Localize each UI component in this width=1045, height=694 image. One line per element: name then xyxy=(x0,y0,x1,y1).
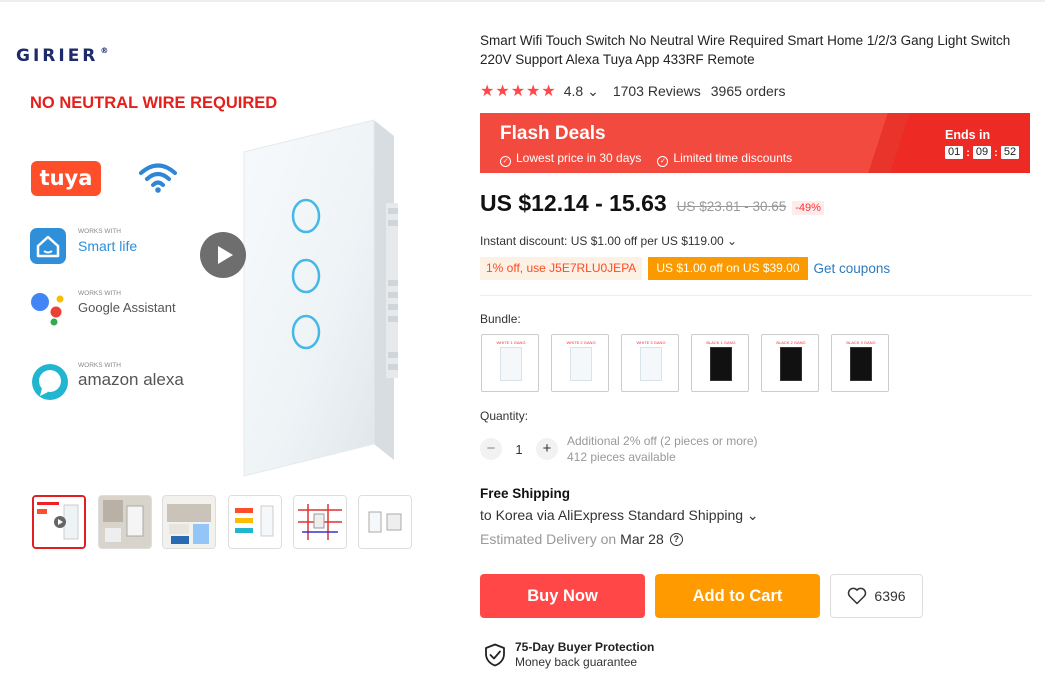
thumbnail[interactable] xyxy=(358,495,412,549)
quantity-input[interactable]: 1 xyxy=(502,442,536,457)
quantity-info: Additional 2% off (2 pieces or more) 412… xyxy=(567,434,758,464)
countdown-timer: 01: 09: 52 xyxy=(945,146,1020,159)
quantity-increase-button[interactable]: + xyxy=(536,438,558,460)
add-to-cart-button[interactable]: Add to Cart xyxy=(655,574,820,618)
ends-in-label: Ends in xyxy=(945,128,991,142)
reviews-link[interactable]: 1703 Reviews xyxy=(613,83,701,99)
brand-logo: GIRIER ® xyxy=(16,46,109,66)
shipping-title: Free Shipping xyxy=(480,486,571,501)
quantity-stepper: − 1 + xyxy=(480,438,558,460)
flash-deals-banner: Flash Deals ✓ Lowest price in 30 days ✓ Li… xyxy=(480,113,1030,173)
thumbnail[interactable] xyxy=(98,495,152,549)
coupon-row: 1% off, use J5E7RLU0JEPA US $1.00 off on… xyxy=(480,257,890,280)
instant-discount[interactable]: Instant discount: US $1.00 off per US $1… xyxy=(480,234,737,248)
quantity-decrease-button[interactable]: − xyxy=(480,438,502,460)
house-icon xyxy=(30,228,66,264)
flash-deals-perks: ✓ Lowest price in 30 days ✓ Limited time d… xyxy=(500,151,792,167)
discount-badge: -49% xyxy=(792,201,824,215)
buy-now-button[interactable]: Buy Now xyxy=(480,574,645,618)
switch-panel-image xyxy=(224,108,424,485)
bundle-option-white-1[interactable]: WHITE 1 GANG xyxy=(481,334,539,392)
thumbnail[interactable] xyxy=(293,495,347,549)
bundle-option-white-3[interactable]: WHITE 3 GANG xyxy=(621,334,679,392)
buyer-protection: 75-Day Buyer Protection Money back guara… xyxy=(484,640,654,670)
product-title: Smart Wifi Touch Switch No Neutral Wire … xyxy=(480,33,1011,67)
help-icon[interactable]: ? xyxy=(669,532,683,546)
store-coupon[interactable]: US $1.00 off on US $39.00 xyxy=(648,257,808,280)
flash-deals-title: Flash Deals xyxy=(500,123,606,144)
play-video-button[interactable] xyxy=(200,232,246,278)
get-coupons-link[interactable]: Get coupons xyxy=(814,261,891,276)
bundle-option-white-2[interactable]: WHITE 2 GANG xyxy=(551,334,609,392)
check-circle-icon: ✓ xyxy=(657,156,669,167)
bundle-option-black-3[interactable]: BLACK 3 GANG xyxy=(831,334,889,392)
rating-stars-icon: ★★★★★ xyxy=(480,83,557,100)
thumbnail[interactable] xyxy=(228,495,282,549)
thumbnail[interactable] xyxy=(32,495,86,549)
section-divider xyxy=(480,295,1032,296)
top-divider xyxy=(0,0,1045,2)
bundle-option-black-1[interactable]: BLACK 1 GANG xyxy=(691,334,749,392)
estimated-delivery: Estimated Delivery on Mar 28 ? xyxy=(480,531,683,547)
coupon-code[interactable]: 1% off, use J5E7RLU0JEPA xyxy=(480,257,643,280)
tuya-logo: tuya xyxy=(31,161,101,196)
current-price: US $12.14 - 15.63 xyxy=(480,190,667,216)
orders-count: 3965 orders xyxy=(710,83,786,99)
main-product-image[interactable]: GIRIER ® NO NEUTRAL WIRE REQUIRED tuya WO… xyxy=(14,30,454,485)
bundle-label: Bundle: xyxy=(480,312,521,326)
google-assistant-icon xyxy=(31,293,64,326)
wishlist-count: 6396 xyxy=(874,588,906,604)
shipping-method[interactable]: to Korea via AliExpress Standard Shippin… xyxy=(480,507,759,524)
rating-row: ★★★★★ 4.8 ⌄ 1703 Reviews 3965 orders xyxy=(480,81,785,101)
shield-check-icon xyxy=(485,643,505,667)
bundle-option-black-2[interactable]: BLACK 2 GANG xyxy=(761,334,819,392)
heart-icon xyxy=(848,587,867,605)
alexa-icon xyxy=(32,364,68,400)
rating-score[interactable]: 4.8 ⌄ xyxy=(564,83,599,100)
thumbnail[interactable] xyxy=(162,495,216,549)
wifi-icon xyxy=(138,162,178,199)
price-row: US $12.14 - 15.63 US $23.81 - 30.65 -49% xyxy=(480,190,824,217)
check-circle-icon: ✓ xyxy=(500,156,511,167)
original-price: US $23.81 - 30.65 xyxy=(676,199,787,214)
wishlist-button[interactable]: 6396 xyxy=(830,574,923,618)
quantity-label: Quantity: xyxy=(480,409,529,423)
